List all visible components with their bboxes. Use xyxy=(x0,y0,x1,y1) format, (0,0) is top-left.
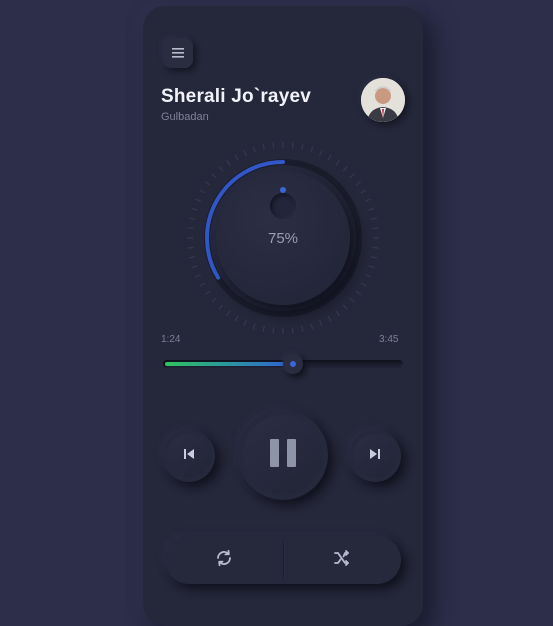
mode-toggle-bar xyxy=(165,536,401,584)
dial-tick xyxy=(226,159,231,166)
dial-tick xyxy=(191,265,198,269)
dial-tick xyxy=(291,142,294,149)
dial-tick xyxy=(272,142,275,149)
dial-tick xyxy=(234,315,239,322)
dial-tick xyxy=(310,146,314,153)
knob-grip xyxy=(270,193,296,219)
dial-tick xyxy=(372,227,379,230)
dial-tick xyxy=(342,166,348,172)
shuffle-button[interactable] xyxy=(284,536,402,584)
menu-button[interactable] xyxy=(163,38,193,68)
dial-tick xyxy=(370,256,378,259)
dial-tick xyxy=(199,189,206,194)
dial-tick xyxy=(262,325,265,333)
dial-tick xyxy=(187,227,194,230)
dial-tick xyxy=(188,256,196,259)
dial-tick xyxy=(191,207,198,211)
skip-previous-icon xyxy=(183,447,195,465)
dial-tick xyxy=(335,159,340,166)
dial-tick xyxy=(211,297,217,303)
dial-tick xyxy=(327,154,332,161)
player-card: Sherali Jo`rayev Gulbadan 75% 1:24 3:45 xyxy=(143,6,423,626)
time-total: 3:45 xyxy=(379,334,399,345)
dial-tick xyxy=(187,246,194,249)
dial-tick xyxy=(372,246,379,249)
artist-name: Sherali Jo`rayev xyxy=(161,86,312,107)
dial-tick xyxy=(243,150,248,157)
time-current: 1:24 xyxy=(161,334,181,345)
dial-tick xyxy=(204,181,211,186)
menu-icon xyxy=(172,48,184,58)
dial-tick xyxy=(335,310,340,317)
dial-tick xyxy=(355,290,362,295)
volume-dial[interactable]: 75% xyxy=(183,138,383,338)
pause-icon xyxy=(267,437,299,474)
song-title: Gulbadan xyxy=(161,111,209,123)
dial-tick xyxy=(368,207,375,211)
dial-tick xyxy=(262,143,265,151)
dial-tick xyxy=(364,273,371,278)
next-button[interactable] xyxy=(349,430,401,482)
dial-tick xyxy=(252,323,256,330)
progress-slider[interactable] xyxy=(163,354,403,374)
dial-tick xyxy=(318,319,323,326)
avatar[interactable] xyxy=(361,78,405,122)
dial-tick xyxy=(349,297,355,303)
dial-tick xyxy=(327,315,332,322)
skip-next-icon xyxy=(369,447,381,465)
dial-tick xyxy=(318,150,323,157)
dial-tick xyxy=(291,327,294,334)
dial-tick xyxy=(234,154,239,161)
dial-tick xyxy=(195,273,202,278)
dial-tick xyxy=(252,146,256,153)
repeat-icon xyxy=(215,549,233,572)
shuffle-icon xyxy=(333,549,351,572)
dial-tick xyxy=(199,282,206,287)
dial-tick xyxy=(211,173,217,179)
dial-tick xyxy=(226,310,231,317)
dial-tick xyxy=(360,189,367,194)
volume-percent: 75% xyxy=(267,230,299,247)
previous-button[interactable] xyxy=(163,430,215,482)
knob-indicator xyxy=(280,187,286,193)
progress-fill xyxy=(165,362,293,366)
dial-tick xyxy=(218,304,224,310)
dial-tick xyxy=(368,265,375,269)
dial-tick xyxy=(364,198,371,203)
dial-tick xyxy=(195,198,202,203)
dial-tick xyxy=(218,166,224,172)
repeat-button[interactable] xyxy=(165,536,283,584)
dial-tick xyxy=(355,181,362,186)
dial-tick xyxy=(342,304,348,310)
progress-thumb[interactable] xyxy=(283,354,303,374)
dial-tick xyxy=(370,217,378,220)
dial-tick xyxy=(310,323,314,330)
dial-tick xyxy=(360,282,367,287)
volume-knob[interactable]: 75% xyxy=(216,171,350,305)
dial-tick xyxy=(301,143,304,151)
dial-tick xyxy=(243,319,248,326)
play-pause-button[interactable] xyxy=(238,410,328,500)
dial-tick xyxy=(272,327,275,334)
dial-tick xyxy=(188,217,196,220)
dial-tick xyxy=(204,290,211,295)
dial-tick xyxy=(301,325,304,333)
dial-tick xyxy=(349,173,355,179)
